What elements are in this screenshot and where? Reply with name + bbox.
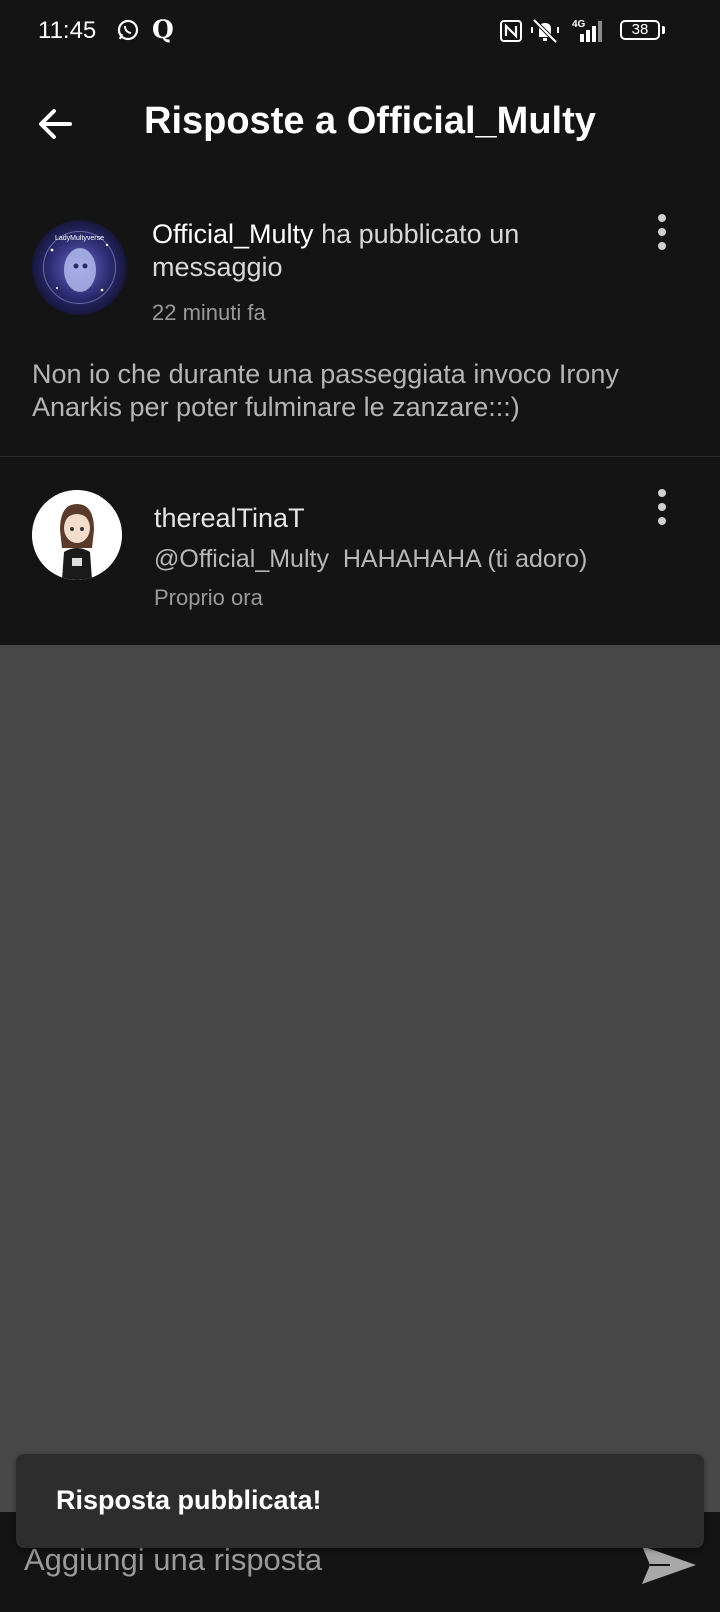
post-menu-button[interactable] [644,210,680,258]
post-author[interactable]: Official_Multy [152,219,314,249]
original-post: LadyMultyverse Official_Multy ha pubblic… [0,180,720,457]
signal-icon: 4G [570,18,610,49]
status-time: 11:45 [38,17,97,44]
avatar[interactable]: LadyMultyverse [32,220,127,315]
post-body: Non io che durante una passeggiata invoc… [32,359,619,422]
avatar-logo-text: LadyMultyverse [55,235,104,242]
status-bar: 11:45 Q 4G 38 [0,0,720,64]
q-app-icon: Q [152,15,174,44]
reply-time: Proprio ora [154,585,263,610]
reply-text: @Official_Multy HAHAHAHA (ti adoro) [154,545,588,573]
send-icon [642,1546,696,1584]
avatar[interactable] [32,490,122,580]
send-button[interactable] [640,1542,698,1588]
reply-item: therealTinaT @Official_Multy HAHAHAHA (t… [0,457,720,645]
back-button[interactable] [30,98,82,150]
svg-text:4G: 4G [572,19,586,30]
page-title: Risposte a Official_Multy [144,100,596,142]
app-bar: Risposte a Official_Multy [0,64,720,180]
mute-vibrate-icon [530,18,560,49]
whatsapp-icon [116,18,140,47]
reply-author[interactable]: therealTinaT [154,503,305,534]
arrow-left-icon [39,109,72,139]
battery-tip [662,26,665,34]
post-header: Official_Multy ha pubblicato un messaggi… [152,218,612,284]
more-vert-icon [658,214,666,222]
more-vert-icon [658,489,666,497]
reply-menu-button[interactable] [644,485,680,533]
post-time: 22 minuti fa [152,300,266,325]
battery-level: 38 [631,21,649,38]
toast: Risposta pubblicata! [16,1454,704,1548]
toast-text: Risposta pubblicata! [56,1485,322,1515]
nfc-icon [500,20,522,47]
